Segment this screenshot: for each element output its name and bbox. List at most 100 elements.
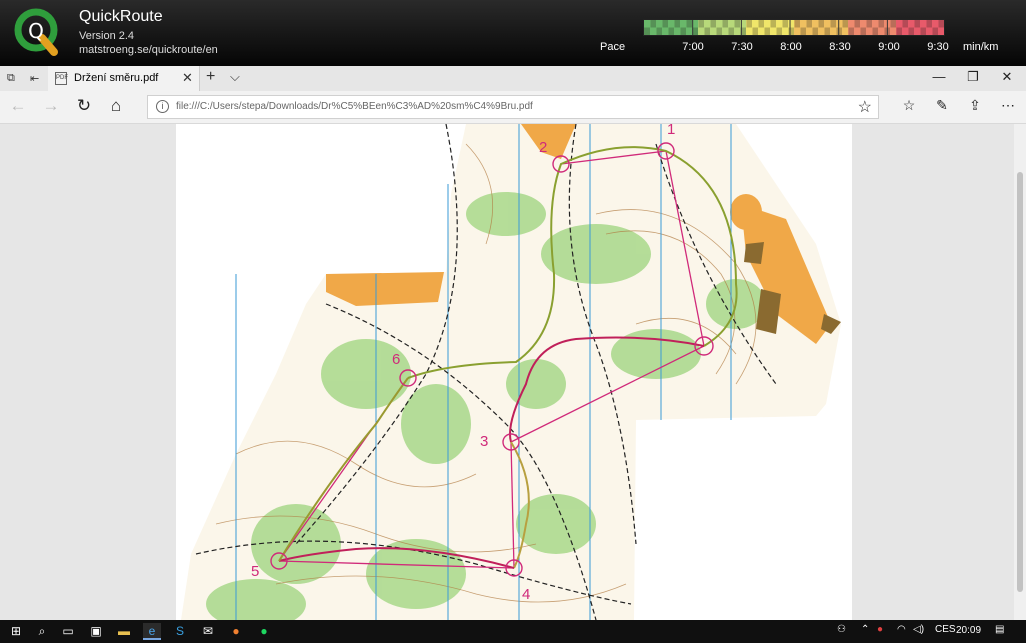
back-arrow-icon[interactable]: ← <box>7 96 29 116</box>
pace-scale-cell <box>938 27 944 35</box>
pdf-viewer: 1 2 3 4 5 6 <box>0 124 1026 620</box>
set-tabs-aside-icon[interactable]: ⇤ <box>30 72 44 85</box>
pace-scale-cell <box>920 20 927 28</box>
forward-arrow-icon[interactable]: → <box>40 96 62 116</box>
pace-tick-label: 8:30 <box>829 41 851 53</box>
pace-scale-cell <box>866 27 873 35</box>
pace-scale-cell <box>794 27 801 35</box>
pace-scale-cell <box>842 27 849 35</box>
info-icon[interactable]: i <box>156 100 169 113</box>
favorite-star-icon[interactable]: ☆ <box>858 97 872 117</box>
browser-tab[interactable]: PDF Držení směru.pdf ✕ <box>48 66 200 91</box>
file-explorer-icon[interactable]: ▬ <box>115 623 133 640</box>
refresh-icon[interactable]: ↻ <box>73 96 95 116</box>
pace-scale-cell <box>650 27 657 35</box>
firefox-icon[interactable]: ● <box>227 623 245 640</box>
browser-tab-strip: ⧉ ⇤ PDF Držení směru.pdf ✕ + ⌵ — ❐ ✕ <box>0 66 1026 91</box>
pace-scale-cell <box>704 27 711 35</box>
pace-scale-cell <box>722 20 729 28</box>
pace-scale-cell <box>866 20 873 28</box>
mail-icon[interactable]: ✉ <box>199 623 217 640</box>
wifi-icon[interactable]: ◠ <box>897 624 906 635</box>
orienteering-map: 1 2 3 4 5 6 <box>181 124 841 620</box>
home-icon[interactable]: ⌂ <box>105 96 127 116</box>
pace-scale-cell <box>734 27 741 35</box>
pace-scale-cell <box>806 20 813 28</box>
pace-tick-label: 7:30 <box>731 41 753 53</box>
pen-icon[interactable]: ✎ <box>931 97 953 114</box>
notifications-icon[interactable]: ▤ <box>995 624 1004 635</box>
pace-scale-cell <box>776 20 783 28</box>
edge-browser-icon[interactable]: e <box>143 623 161 640</box>
quickroute-header: Q QuickRoute Version 2.4 matstroeng.se/q… <box>0 0 1026 66</box>
pace-scale-cell <box>794 20 801 28</box>
pace-scale-cell <box>860 27 867 35</box>
windows-start-icon[interactable]: ⊞ <box>7 623 25 640</box>
control-number: 2 <box>539 139 547 156</box>
pace-tick-label: 9:30 <box>927 41 949 53</box>
share-icon[interactable]: ⇪ <box>964 97 986 114</box>
pace-unit: min/km <box>963 41 999 53</box>
more-menu-icon[interactable]: ⋯ <box>997 97 1019 114</box>
new-tab-icon[interactable]: + <box>206 68 215 86</box>
vertical-scrollbar[interactable] <box>1014 124 1026 620</box>
pace-scale-cell <box>854 27 861 35</box>
pace-scale-cell <box>836 27 843 35</box>
pace-tick-label: 7:00 <box>682 41 704 53</box>
pace-scale-cell <box>854 20 861 28</box>
pace-scale-cell <box>902 20 909 28</box>
antivirus-icon[interactable]: ● <box>877 624 883 635</box>
pace-scale-cell <box>914 27 921 35</box>
pace-scale-cell <box>926 27 933 35</box>
control-number: 5 <box>251 563 259 580</box>
close-tab-icon[interactable]: ✕ <box>182 70 193 86</box>
skype-icon[interactable]: S <box>171 623 189 640</box>
pace-scale-cell <box>770 27 777 35</box>
minimize-icon[interactable]: — <box>924 69 954 84</box>
address-bar[interactable]: i file:///C:/Users/stepa/Downloads/Dr%C5… <box>147 95 879 119</box>
favorites-list-icon[interactable]: ☆ <box>898 97 920 114</box>
pace-scale-cell <box>848 20 855 28</box>
control-number: 1 <box>667 124 675 138</box>
pace-scale-cell <box>722 27 729 35</box>
language-indicator[interactable]: CES <box>935 624 956 635</box>
scrollbar-thumb[interactable] <box>1017 172 1023 592</box>
control-number: 3 <box>480 433 488 450</box>
task-view-icon[interactable]: ▭ <box>59 623 77 640</box>
pace-scale-cell <box>758 27 765 35</box>
close-window-icon[interactable]: ✕ <box>992 69 1022 85</box>
pace-scale-cell <box>674 27 681 35</box>
control-number: 6 <box>392 351 400 368</box>
tabs-aside-icon[interactable]: ⧉ <box>7 72 21 85</box>
browser-navigation-bar: ← → ↻ ⌂ i file:///C:/Users/stepa/Downloa… <box>0 91 1026 124</box>
orienteering-map-page[interactable]: 1 2 3 4 5 6 <box>176 124 852 620</box>
app-version: Version 2.4 <box>79 30 135 42</box>
pace-scale-cell <box>812 27 819 35</box>
people-icon[interactable]: ⚇ <box>837 624 846 635</box>
pace-scale-cell <box>938 20 944 28</box>
pace-scale-cell <box>836 20 843 28</box>
pace-scale-cell <box>656 27 663 35</box>
pace-scale-cell <box>818 20 825 28</box>
clock[interactable]: 20:09 <box>956 625 981 636</box>
pace-scale-cell <box>746 27 753 35</box>
pace-scale-cell <box>656 20 663 28</box>
pace-scale-cell <box>710 20 717 28</box>
pace-scale-cell <box>644 20 651 28</box>
store-icon[interactable]: ▣ <box>87 623 105 640</box>
volume-icon[interactable]: ◁) <box>913 624 924 635</box>
pace-scale-cell <box>926 20 933 28</box>
pace-scale-cell <box>812 20 819 28</box>
restore-icon[interactable]: ❐ <box>958 69 988 85</box>
chevron-down-icon[interactable]: ⌵ <box>230 69 240 85</box>
spotify-icon[interactable]: ● <box>255 623 273 640</box>
pace-scale-cell <box>674 20 681 28</box>
pace-scale-cell <box>824 20 831 28</box>
pace-scale-cell <box>776 27 783 35</box>
chevron-up-icon[interactable]: ⌃ <box>861 624 869 635</box>
address-url[interactable]: file:///C:/Users/stepa/Downloads/Dr%C5%B… <box>176 101 533 112</box>
pace-scale-cell <box>932 27 939 35</box>
pace-scale-cell <box>668 20 675 28</box>
pace-scale-cell <box>710 27 717 35</box>
search-icon[interactable]: ⌕ <box>33 623 51 640</box>
